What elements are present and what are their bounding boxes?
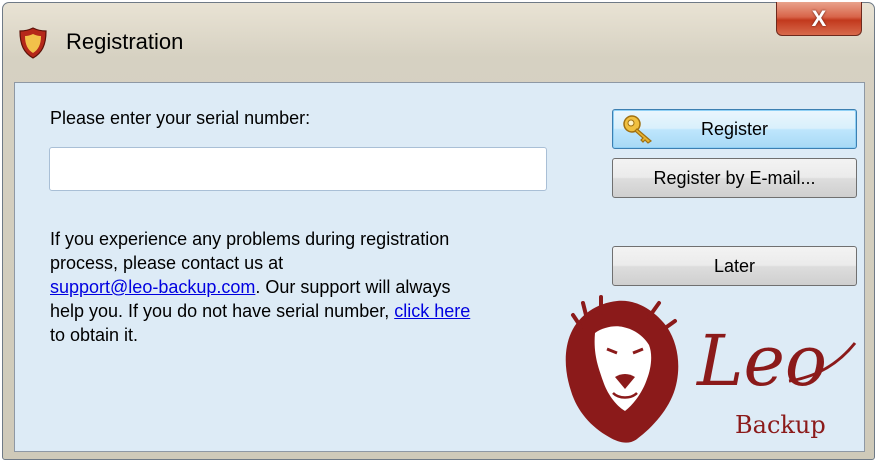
key-icon xyxy=(623,115,652,144)
logo-leo-text: Leo xyxy=(695,320,827,402)
support-email-link[interactable]: support@leo-backup.com xyxy=(50,277,255,297)
info-line: to obtain it. xyxy=(50,325,139,345)
info-line: help you. If you do not have serial numb… xyxy=(50,301,395,321)
shield-icon xyxy=(19,27,47,59)
title-bar[interactable]: Registration X xyxy=(3,2,874,81)
serial-number-input[interactable] xyxy=(49,147,547,191)
later-button[interactable]: Later xyxy=(612,246,857,286)
leo-backup-logo: Leo Backup xyxy=(565,295,857,443)
info-line: . Our support will always xyxy=(255,277,451,297)
info-line: If you experience any problems during re… xyxy=(50,229,450,249)
logo-backup-text: Backup xyxy=(735,411,826,439)
register-by-email-button[interactable]: Register by E-mail... xyxy=(612,158,857,198)
registration-window: Registration X Please enter your serial … xyxy=(2,2,875,460)
serial-prompt-label: Please enter your serial number: xyxy=(50,108,311,128)
close-button[interactable]: X xyxy=(776,2,862,36)
window-title: Registration xyxy=(66,29,184,54)
register-button-label: Register xyxy=(700,118,769,139)
close-icon: X xyxy=(811,5,827,31)
info-line: process, please contact us at xyxy=(50,253,284,273)
click-here-link[interactable]: click here xyxy=(394,301,470,321)
later-button-label: Later xyxy=(713,255,756,276)
register-by-email-label: Register by E-mail... xyxy=(653,167,816,188)
dialog-body: Please enter your serial number: If you … xyxy=(14,82,865,452)
support-info-text: If you experience any problems during re… xyxy=(50,227,570,347)
register-button[interactable]: Register xyxy=(612,109,857,149)
